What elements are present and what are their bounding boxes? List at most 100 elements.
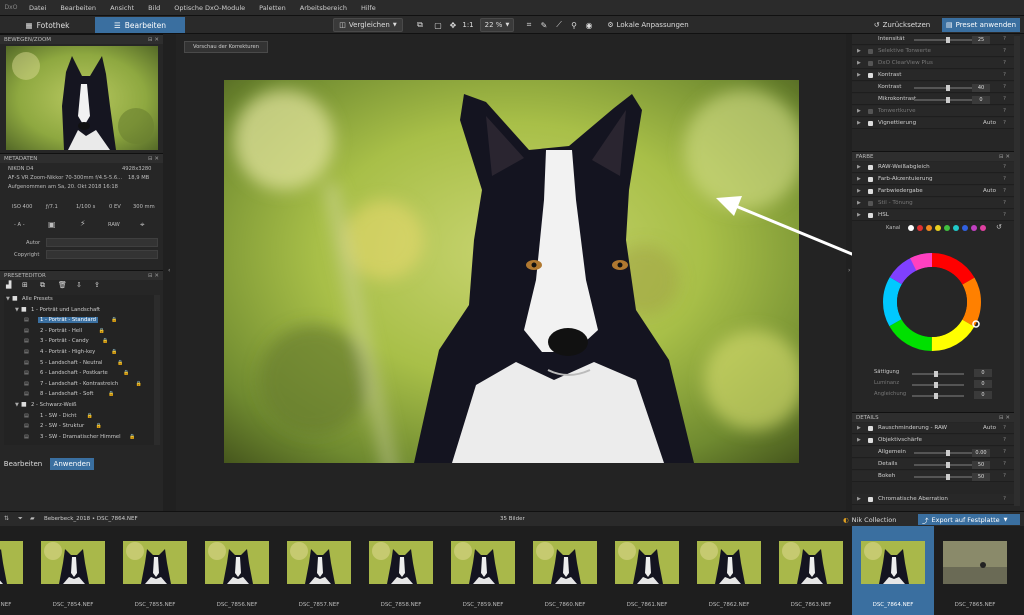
help-icon[interactable]: ? [1003,473,1006,479]
copyright-field[interactable] [46,250,158,259]
slider-track[interactable] [912,384,964,386]
channel-swatch[interactable] [926,225,932,231]
slider-track[interactable] [912,373,964,375]
enable-checkbox[interactable] [868,49,873,54]
filmstrip-thumbnail[interactable]: DSC_7856.NEF [196,526,278,615]
enable-checkbox[interactable] [868,189,873,194]
help-icon[interactable]: ? [1003,496,1006,502]
help-icon[interactable]: ? [1003,461,1006,467]
reset-button[interactable]: ↺ Zurücksetzen [867,18,937,32]
crop-icon[interactable]: ⌗ [523,19,535,31]
palette-row[interactable]: ▶ RAW-Weißabgleich? [852,162,1014,173]
tree-folder[interactable]: ▼ ■ 2 - Schwarz-Weiß [4,401,154,411]
slider-knob[interactable] [946,462,950,468]
expand-triangle-icon[interactable]: ▼ [15,402,19,408]
slider-knob[interactable] [946,474,950,480]
filmstrip-thumbnail[interactable]: DSC_7855.NEF [114,526,196,615]
menu-bild[interactable]: Bild [141,4,167,12]
help-icon[interactable]: ? [1003,96,1006,102]
slider-knob[interactable] [934,393,938,399]
expand-triangle-icon[interactable]: ▼ [6,296,10,302]
hsl-slider-row[interactable]: Luminanz 0 [852,379,1014,389]
fit-screen-icon[interactable]: ▢ [432,19,444,31]
slider-row[interactable]: Bokeh 50? [852,471,1014,482]
expand-triangle-icon[interactable]: ▶ [857,212,861,218]
split-view-icon[interactable]: ⧉ [414,19,426,31]
palette-row[interactable]: ▶ Farb-Akzentuierung? [852,174,1014,185]
expand-triangle-icon[interactable]: ▶ [857,48,861,54]
duplicate-icon[interactable]: ⧉ [40,281,45,290]
eyedropper-icon[interactable]: ✎ [538,19,550,31]
enable-checkbox[interactable] [868,165,873,170]
enable-checkbox[interactable] [868,201,873,206]
slider-value[interactable]: 0.00 [972,449,990,457]
slider-knob[interactable] [946,97,950,103]
expand-triangle-icon[interactable]: ▶ [857,108,861,114]
filmstrip-thumbnail[interactable]: DSC_7865.NEF [934,526,1016,615]
palette-row[interactable]: ▶ HSL? [852,210,1014,221]
channel-swatch[interactable] [971,225,977,231]
edit-preset-button[interactable]: Bearbeiten [2,458,44,470]
filmstrip-thumbnail[interactable]: DSC_7854.NEF [32,526,114,615]
tree-item[interactable]: ▤ 1 - SW - Dicht 🔒 [4,412,154,422]
expand-triangle-icon[interactable]: ▼ [15,307,19,313]
help-icon[interactable]: ? [1003,84,1006,90]
tree-folder[interactable]: ▼ ■ 1 - Porträt und Landschaft [4,306,154,316]
slider-value[interactable]: 40 [972,84,990,92]
enable-checkbox[interactable] [868,109,873,114]
palette-row[interactable]: ▶ Chromatische Aberration? [852,494,1014,505]
enable-checkbox[interactable] [868,61,873,66]
hsl-color-wheel[interactable] [882,252,982,352]
palette-row[interactable]: ▶ Stil - Tönung? [852,198,1014,209]
filmstrip-thumbnail[interactable]: DSC_7858.NEF [360,526,442,615]
nik-collection-button[interactable]: ◐ Nik Collection [843,514,913,525]
help-icon[interactable]: ? [1003,36,1006,42]
tab-bearbeiten[interactable]: ☰ Bearbeiten [95,17,185,33]
eye-icon[interactable]: ◉ [583,19,595,31]
slider-row[interactable]: Intensität 25? [852,34,1014,45]
filter-icon[interactable]: ⏷ [18,515,23,523]
slider-value[interactable]: 0 [972,96,990,104]
zoom-dropdown[interactable]: 22 % ▼ [480,18,514,32]
menu-datei[interactable]: Datei [22,4,53,12]
tree-item[interactable]: ▤ 1 - Porträt - Standard 🔒 [4,316,154,326]
filmstrip-thumbnail[interactable]: DSC_7860.NEF [524,526,606,615]
slider-value[interactable]: 25 [972,36,990,44]
tree-item[interactable]: ▤ 4 - Porträt - High-key 🔒 [4,348,154,358]
slider-knob[interactable] [946,37,950,43]
tree-item[interactable]: ▤ 3 - Porträt - Candy 🔒 [4,337,154,347]
help-icon[interactable]: ? [1003,120,1006,126]
export-icon[interactable]: ⇪ [94,281,100,289]
horizon-icon[interactable]: ⟋ [553,19,565,31]
local-adjustments-button[interactable]: ⚙ Lokale Anpassungen [602,18,694,32]
hsl-slider-row[interactable]: Sättigung 0 [852,368,1014,378]
apply-preset-button[interactable]: ▤ Preset anwenden [942,18,1020,32]
slider-knob[interactable] [946,450,950,456]
expand-triangle-icon[interactable]: ▶ [857,437,861,443]
panel-controls-icon[interactable]: ⊟ ✕ [148,37,159,43]
channel-swatch[interactable] [962,225,968,231]
panel-controls-icon[interactable]: ⊟ ✕ [999,415,1010,421]
filmstrip-thumbnail[interactable]: DSC_7859.NEF [442,526,524,615]
filmstrip-thumbnail[interactable]: DSC_7864.NEF [852,526,934,615]
apply-preset-left-button[interactable]: Anwenden [50,458,94,470]
enable-checkbox[interactable] [868,121,873,126]
slider-row[interactable]: Mikrokontrast 0? [852,94,1014,105]
new-preset-icon[interactable]: ▟ [6,281,11,289]
import-icon[interactable]: ⇩ [76,281,82,289]
menu-arbeitsbereich[interactable]: Arbeitsbereich [293,4,354,12]
palette-row[interactable]: ▶ Vignettierung Auto? [852,118,1014,129]
enable-checkbox[interactable] [868,426,873,431]
slider-value[interactable]: 50 [972,461,990,469]
enable-checkbox[interactable] [868,73,873,78]
slider-row[interactable]: Details 50? [852,459,1014,470]
author-field[interactable] [46,238,158,247]
channel-swatch[interactable] [908,225,914,231]
reset-channel-icon[interactable]: ↺ [996,223,1002,231]
new-folder-icon[interactable]: ⊞ [22,281,28,289]
help-icon[interactable]: ? [1003,72,1006,78]
filmstrip-thumbnail[interactable]: DSC_7861.NEF [606,526,688,615]
tree-item[interactable]: ▤ 2 - Porträt - Hell 🔒 [4,327,154,337]
help-icon[interactable]: ? [1003,60,1006,66]
preset-tree-scrollbar[interactable] [154,295,160,445]
